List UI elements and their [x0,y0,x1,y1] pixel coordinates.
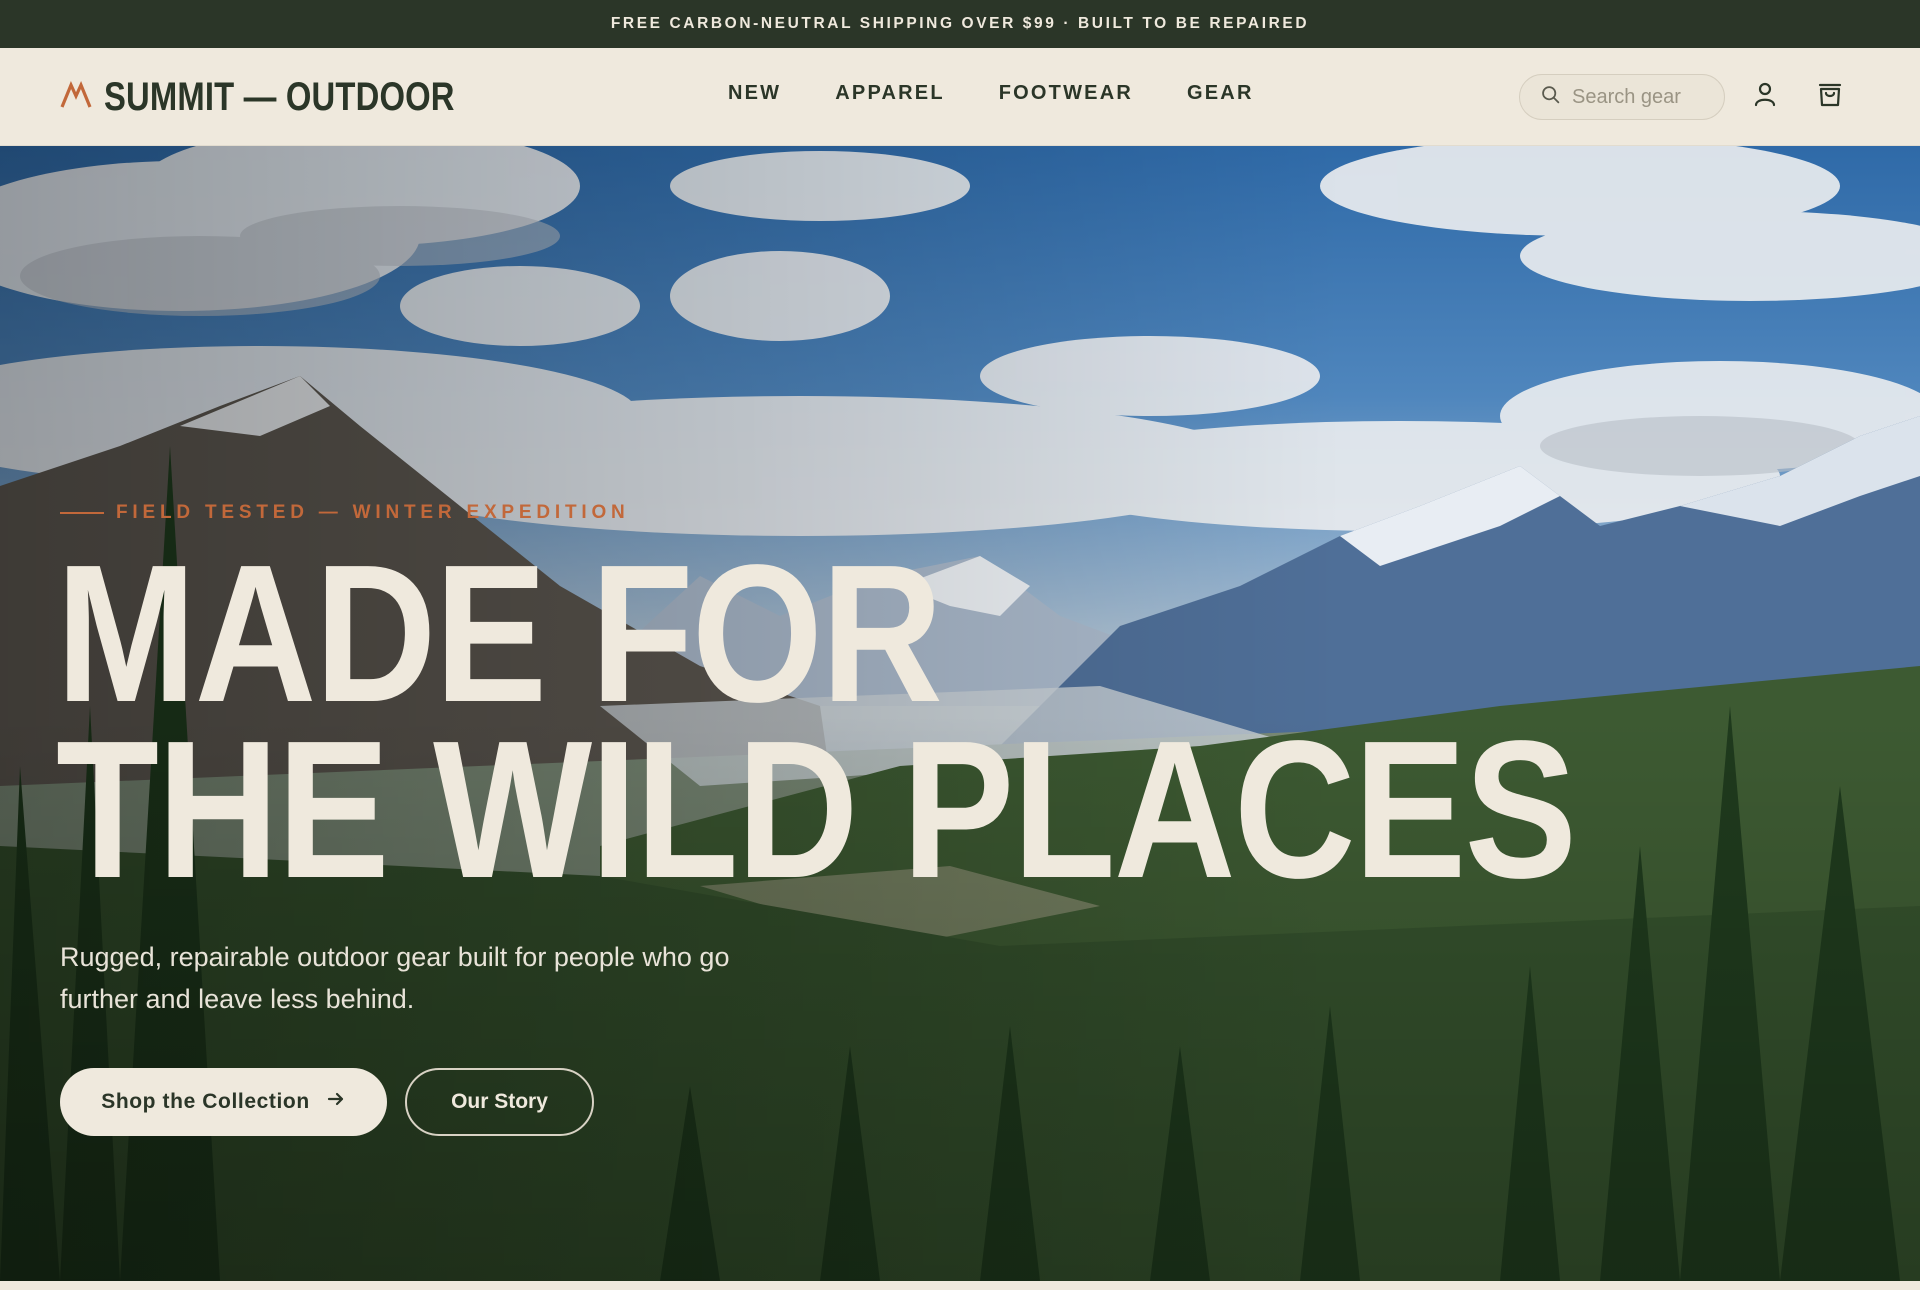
hero-subtitle: Rugged, repairable outdoor gear built fo… [60,942,730,1014]
eyebrow-text: FIELD TESTED — WINTER EXPEDITION [116,502,630,523]
search-box[interactable] [1519,74,1725,120]
site-header: SUMMIT — OUTDOOR NEW APPAREL FOOTWEAR GE… [0,48,1920,146]
shop-collection-button[interactable]: Shop the Collection [60,1068,387,1136]
logo[interactable]: SUMMIT — OUTDOOR [60,72,532,122]
logo-text: SUMMIT — OUTDOOR [104,74,455,119]
main-nav: NEW APPAREL FOOTWEAR GEAR [728,82,1254,105]
cart-icon [1816,80,1844,113]
hero-headline: MADE FOR THE WILD PLACES [56,524,1577,919]
nav-item-footwear[interactable]: FOOTWEAR [999,82,1133,105]
arrow-right-icon [326,1089,346,1115]
search-input[interactable] [1572,85,1712,109]
search-icon [1540,84,1561,110]
headline-line-1: MADE FOR [56,524,943,743]
nav-item-new[interactable]: NEW [728,82,781,105]
hero-section: FIELD TESTED — WINTER EXPEDITION MADE FO… [0,146,1920,1281]
account-icon [1751,80,1779,113]
announcement-text: FREE CARBON-NEUTRAL SHIPPING OVER $99 · … [610,15,1310,32]
eyebrow-rule [60,512,104,514]
mountain-icon [60,80,92,115]
shop-collection-label: Shop the Collection [101,1090,310,1113]
announcement-bar: FREE CARBON-NEUTRAL SHIPPING OVER $99 · … [0,0,1920,48]
page-bottom-strip [0,1281,1920,1290]
nav-item-gear[interactable]: GEAR [1187,82,1254,105]
our-story-button[interactable]: Our Story [405,1068,594,1136]
cart-button[interactable] [1813,79,1847,113]
headline-line-2: THE WILD PLACES [56,700,1577,919]
account-button[interactable] [1748,79,1782,113]
hero-eyebrow: FIELD TESTED — WINTER EXPEDITION [60,502,630,524]
nav-item-apparel[interactable]: APPAREL [835,82,944,105]
our-story-label: Our Story [451,1090,548,1113]
